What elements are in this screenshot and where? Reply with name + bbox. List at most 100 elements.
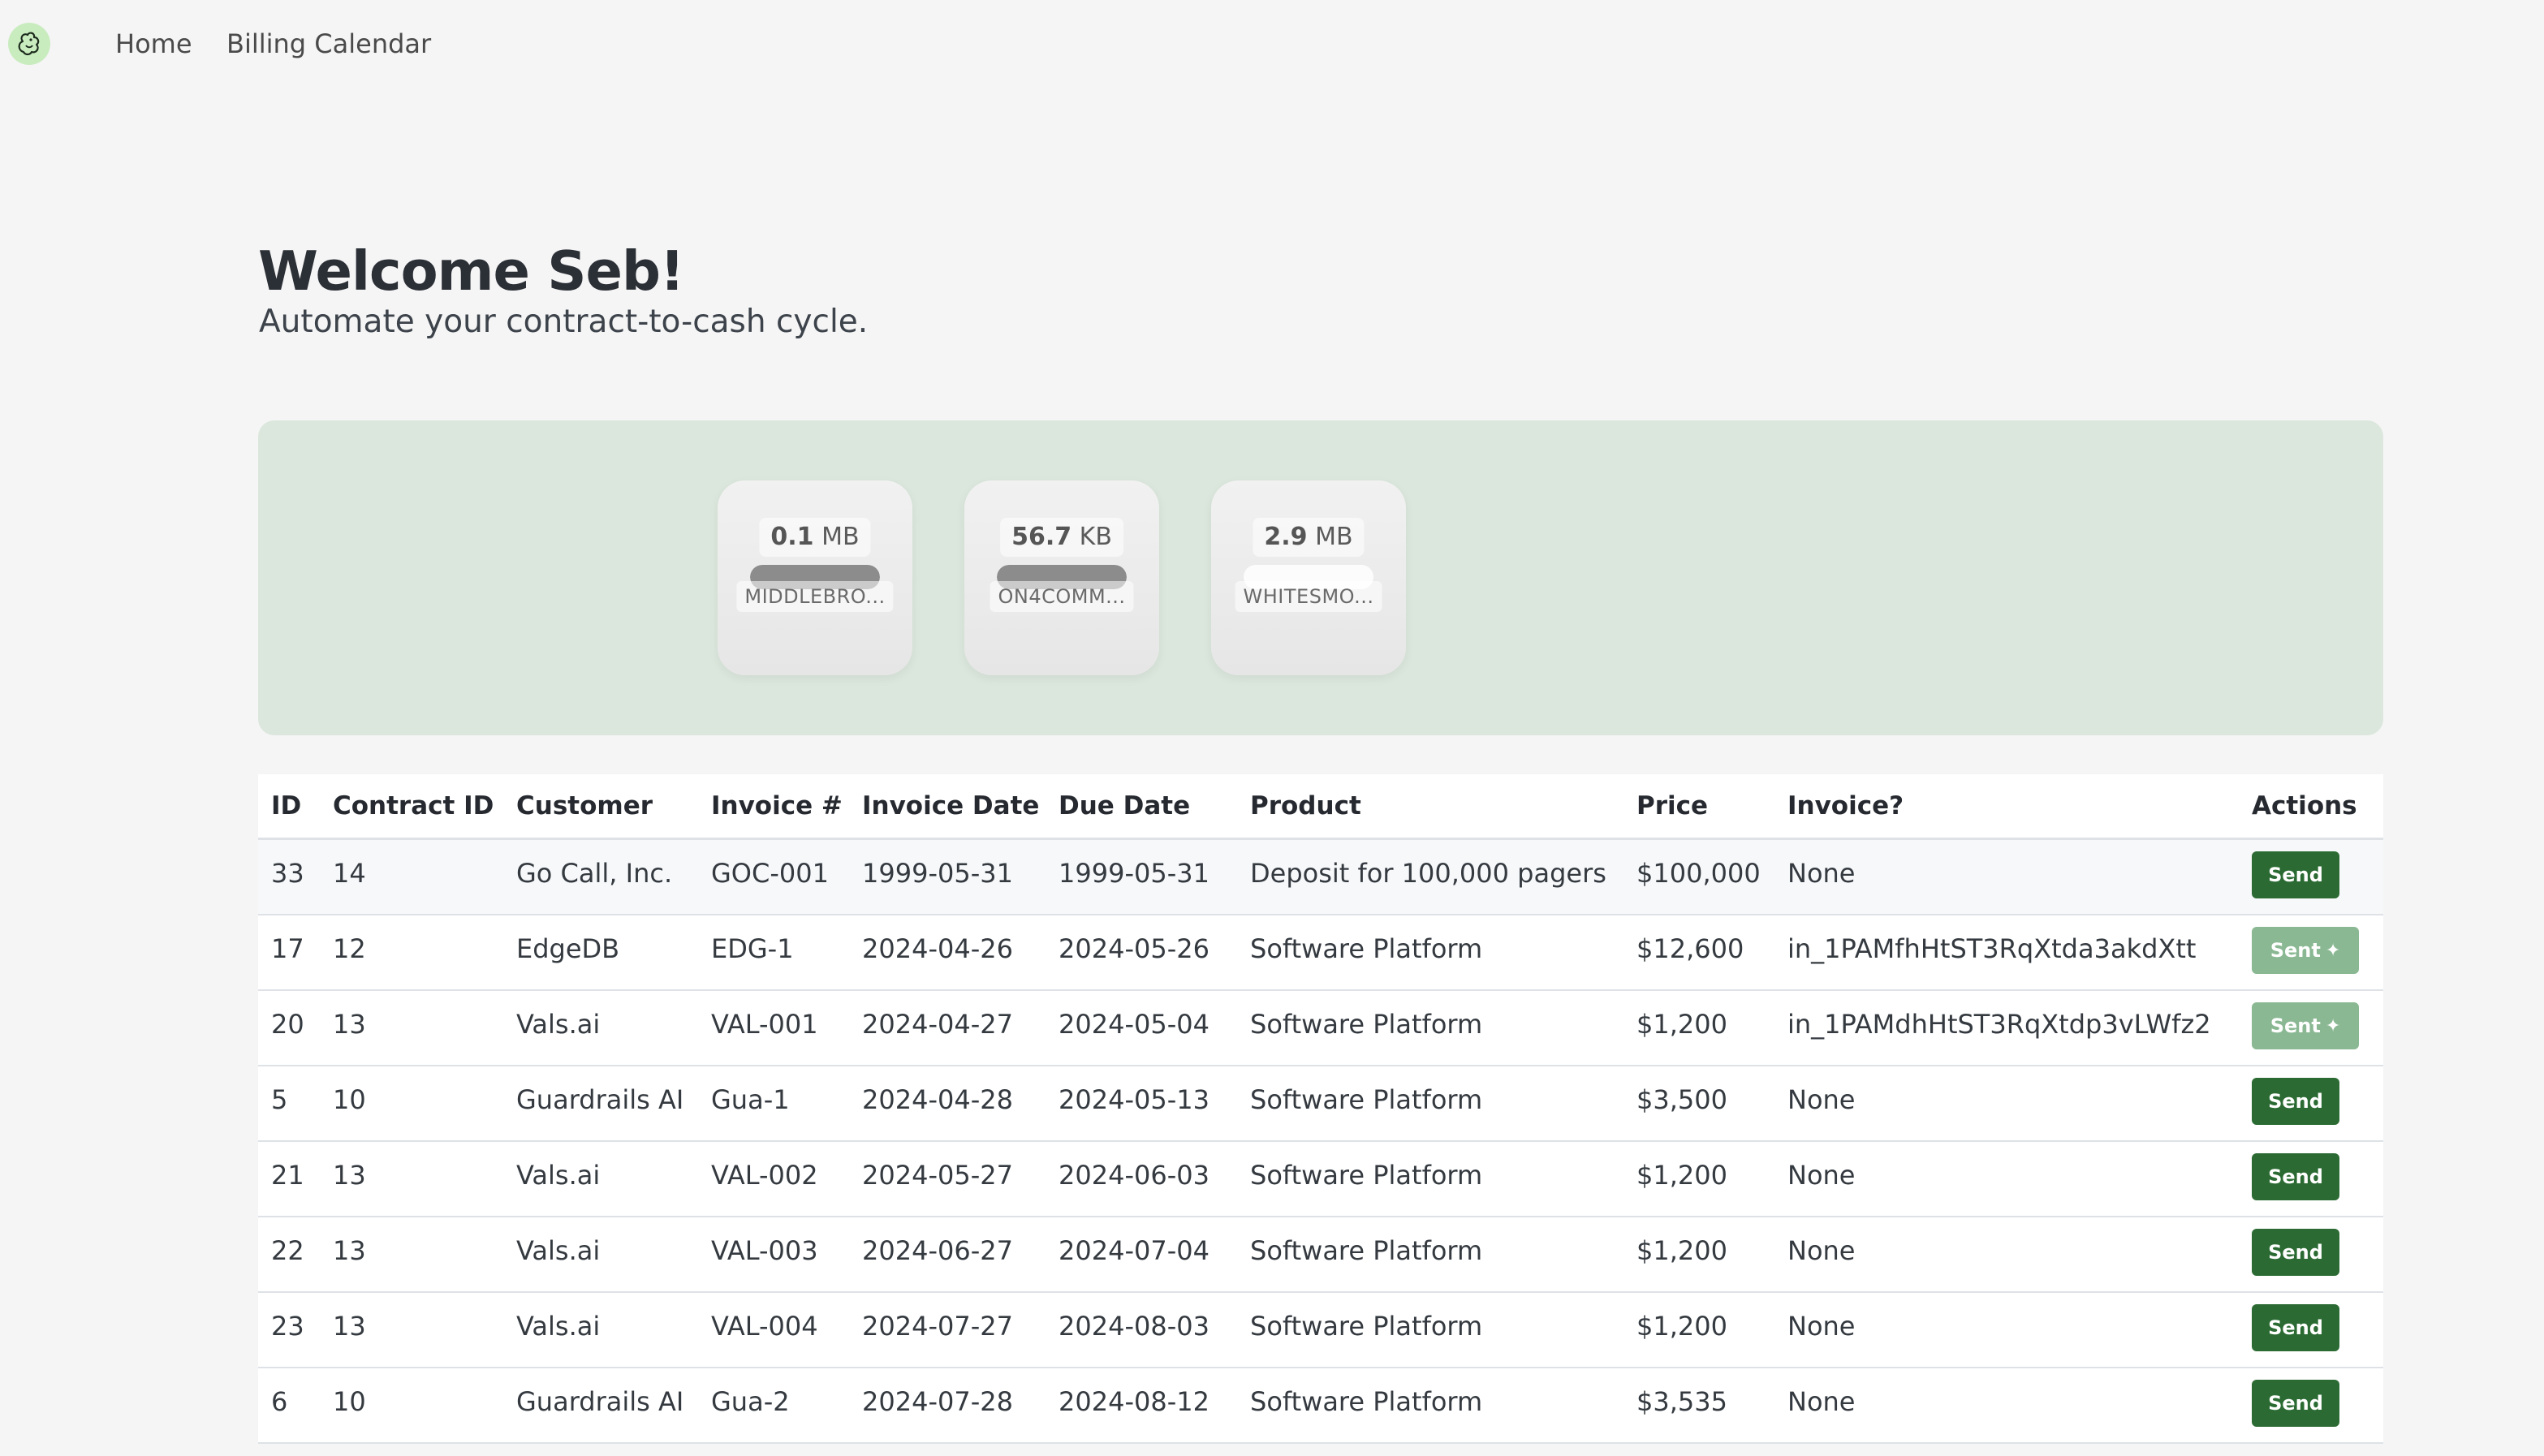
cell-contract-id: 10 <box>320 1066 503 1142</box>
cell-invoice: None <box>1774 1368 2239 1444</box>
table-row: 20 13 Vals.ai VAL-001 2024-04-27 2024-05-04 So… <box>258 990 2383 1066</box>
cell-price: $1,200 <box>1623 1141 1774 1217</box>
upload-file-card[interactable]: 56.7 KB ON4COMM... <box>964 480 1159 675</box>
cell-invoice-no: VAL-002 <box>698 1141 849 1217</box>
table-row: 33 14 Go Call, Inc. GOC-001 1999-05-31 1999-0… <box>258 838 2383 915</box>
cell-actions: Send <box>2239 1368 2383 1444</box>
upload-file-card[interactable]: 0.1 MB MIDDLEBRO... <box>718 480 912 675</box>
cell-price: $3,535 <box>1623 1368 1774 1444</box>
column-header: Price <box>1623 774 1774 840</box>
cell-invoice: None <box>1774 1141 2239 1217</box>
cell-invoice-date: 2024-04-26 <box>849 915 1046 991</box>
cell-actions: Sent ✦ <box>2239 990 2383 1066</box>
cell-invoice-date: 2024-07-28 <box>849 1368 1046 1444</box>
cell-invoice: None <box>1774 1066 2239 1142</box>
cell-id: 21 <box>258 1141 320 1217</box>
squirrel-icon <box>18 32 40 56</box>
sent-button-label: Sent <box>2270 939 2321 962</box>
cell-invoice-no: GOC-001 <box>698 838 849 915</box>
sent-button[interactable]: Sent ✦ <box>2252 927 2359 974</box>
cell-id: 22 <box>258 1217 320 1293</box>
file-size-unit: MB <box>821 523 860 551</box>
cell-contract-id: 12 <box>320 915 503 991</box>
cell-id: 17 <box>258 915 320 991</box>
cell-invoice: None <box>1774 1292 2239 1368</box>
table-row: 22 13 Vals.ai VAL-003 2024-06-27 2024-07-04 So… <box>258 1217 2383 1293</box>
cell-customer: Go Call, Inc. <box>503 838 698 915</box>
sparkle-icon: ✦ <box>2325 940 2341 961</box>
cell-invoice-date: 2024-07-27 <box>849 1292 1046 1368</box>
cell-customer: Vals.ai <box>503 990 698 1066</box>
send-button[interactable]: Send <box>2252 1153 2339 1200</box>
squirrel-logo-icon[interactable] <box>8 23 50 65</box>
cell-invoice-date: 1999-05-31 <box>849 838 1046 915</box>
cell-product: Software Platform <box>1237 915 1623 991</box>
send-button[interactable]: Send <box>2252 1304 2339 1351</box>
file-size: 56.7 KB <box>1000 518 1123 557</box>
navbar: Home Billing Calendar <box>0 0 2544 89</box>
cell-invoice-date: 2024-04-27 <box>849 990 1046 1066</box>
cell-id: 20 <box>258 990 320 1066</box>
cell-invoice-no: Gua-2 <box>698 1368 849 1444</box>
cell-product: Software Platform <box>1237 990 1623 1066</box>
cell-invoice-no: EDG-1 <box>698 915 849 991</box>
cell-product: Software Platform <box>1237 1066 1623 1142</box>
column-header: Invoice Date <box>849 774 1046 840</box>
cell-invoice-no: VAL-001 <box>698 990 849 1066</box>
page-subtitle: Automate your contract-to-cash cycle. <box>259 304 869 340</box>
sent-button[interactable]: Sent ✦ <box>2252 1002 2359 1049</box>
cell-price: $1,200 <box>1623 990 1774 1066</box>
cell-actions: Send <box>2239 1141 2383 1217</box>
cell-due-date: 1999-05-31 <box>1046 838 1237 915</box>
file-dropzone[interactable]: 0.1 MB MIDDLEBRO... 56.7 KB ON4COMM... 2.9 M… <box>258 420 2383 735</box>
cell-actions: Sent ✦ <box>2239 915 2383 991</box>
file-size-value: 2.9 <box>1264 523 1308 551</box>
cell-product: Software Platform <box>1237 1217 1623 1293</box>
cell-contract-id: 13 <box>320 990 503 1066</box>
file-size-unit: KB <box>1079 523 1112 551</box>
nav-link-home[interactable]: Home <box>115 26 192 62</box>
cell-contract-id: 10 <box>320 1368 503 1444</box>
table-row: 5 10 Guardrails AI Gua-1 2024-04-28 2024-05-1… <box>258 1066 2383 1142</box>
upload-file-card[interactable]: 2.9 MB WHITESMO... <box>1211 480 1406 675</box>
column-header: Due Date <box>1046 774 1237 840</box>
cell-due-date: 2024-08-12 <box>1046 1368 1237 1444</box>
file-size-value: 0.1 <box>770 523 814 551</box>
send-button[interactable]: Send <box>2252 1078 2339 1125</box>
file-name: WHITESMO... <box>1235 581 1382 612</box>
cell-customer: Vals.ai <box>503 1141 698 1217</box>
cell-id: 5 <box>258 1066 320 1142</box>
nav-link-billing-calendar[interactable]: Billing Calendar <box>226 26 431 62</box>
file-name: ON4COMM... <box>990 581 1134 612</box>
cell-product: Deposit for 100,000 pagers <box>1237 838 1623 915</box>
file-size-value: 56.7 <box>1011 523 1072 551</box>
send-button[interactable]: Send <box>2252 1229 2339 1276</box>
cell-actions: Send <box>2239 1292 2383 1368</box>
column-header: Actions <box>2239 774 2383 840</box>
cell-contract-id: 13 <box>320 1217 503 1293</box>
cell-invoice-date: 2024-05-27 <box>849 1141 1046 1217</box>
cell-invoice: in_1PAMfhHtST3RqXtda3akdXtt <box>1774 915 2239 991</box>
cell-invoice: None <box>1774 838 2239 915</box>
cell-due-date: 2024-05-26 <box>1046 915 1237 991</box>
cell-actions: Send <box>2239 1217 2383 1293</box>
send-button[interactable]: Send <box>2252 1380 2339 1427</box>
cell-price: $100,000 <box>1623 838 1774 915</box>
page-title: Welcome Seb! <box>258 239 684 303</box>
cell-contract-id: 14 <box>320 838 503 915</box>
file-size: 2.9 MB <box>1253 518 1365 557</box>
cell-actions: Send <box>2239 1066 2383 1142</box>
cell-due-date: 2024-06-03 <box>1046 1141 1237 1217</box>
table-header-row: ID Contract ID Customer Invoice # Invoice Da… <box>258 774 2383 840</box>
cell-invoice-no: Gua-1 <box>698 1066 849 1142</box>
column-header: ID <box>258 774 320 840</box>
cell-price: $1,200 <box>1623 1292 1774 1368</box>
cell-customer: Guardrails AI <box>503 1368 698 1444</box>
cell-invoice: in_1PAMdhHtST3RqXtdp3vLWfz2 <box>1774 990 2239 1066</box>
column-header: Invoice # <box>698 774 849 840</box>
file-size: 0.1 MB <box>759 518 871 557</box>
file-name: MIDDLEBRO... <box>736 581 894 612</box>
send-button[interactable]: Send <box>2252 851 2339 898</box>
cell-due-date: 2024-05-13 <box>1046 1066 1237 1142</box>
cell-invoice-no: VAL-003 <box>698 1217 849 1293</box>
